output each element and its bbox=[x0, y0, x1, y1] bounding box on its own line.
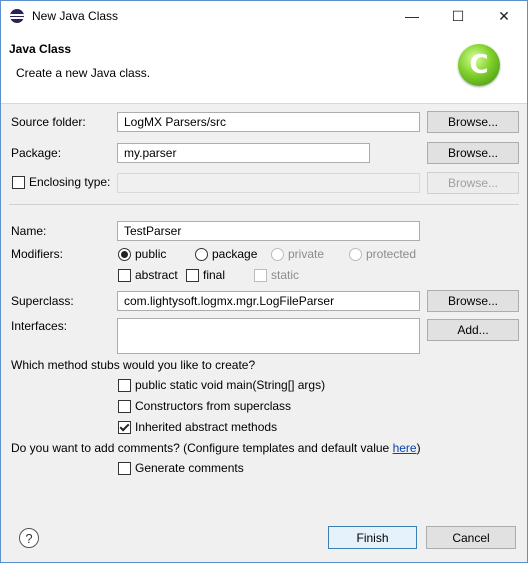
page-description: Create a new Java class. bbox=[16, 66, 151, 80]
window-title: New Java Class bbox=[32, 9, 119, 23]
modifier-final-label: final bbox=[203, 268, 226, 282]
stub-inherited-label: Inherited abstract methods bbox=[135, 420, 278, 434]
maximize-button[interactable]: ☐ bbox=[435, 1, 481, 31]
stub-inherited-checkbox[interactable]: Inherited abstract methods bbox=[118, 420, 277, 434]
configure-templates-link[interactable]: here bbox=[393, 441, 417, 455]
modifier-private-radio: private bbox=[271, 247, 324, 261]
interfaces-list[interactable] bbox=[117, 318, 420, 354]
cancel-button[interactable]: Cancel bbox=[426, 526, 516, 549]
modifier-public-label: public bbox=[135, 247, 167, 261]
modifier-protected-radio: protected bbox=[349, 247, 416, 261]
new-java-class-dialog: New Java Class — ☐ ✕ Java Class Create a… bbox=[0, 0, 528, 563]
checkbox-box bbox=[254, 268, 267, 282]
modifier-abstract-checkbox[interactable]: abstract bbox=[118, 268, 178, 282]
modifier-final-checkbox[interactable]: final bbox=[186, 268, 225, 282]
close-button[interactable]: ✕ bbox=[481, 1, 527, 31]
comments-question: Do you want to add comments? (Configure … bbox=[11, 441, 421, 455]
checkbox-box[interactable] bbox=[118, 399, 131, 413]
modifiers-label: Modifiers: bbox=[11, 247, 64, 261]
page-title: Java Class bbox=[9, 42, 72, 56]
superclass-label: Superclass: bbox=[11, 294, 74, 308]
source-folder-browse-button[interactable]: Browse... bbox=[427, 111, 519, 133]
modifier-public-radio[interactable]: public bbox=[118, 247, 166, 261]
radio-indicator bbox=[349, 247, 362, 261]
name-input[interactable]: TestParser bbox=[117, 221, 420, 241]
comments-question-suffix: ) bbox=[416, 441, 421, 455]
enclosing-type-checkbox-box[interactable] bbox=[12, 175, 25, 189]
stub-main-checkbox[interactable]: public static void main(String[] args) bbox=[118, 378, 325, 392]
separator bbox=[9, 204, 519, 205]
method-stubs-question: Which method stubs would you like to cre… bbox=[11, 358, 256, 372]
eclipse-icon bbox=[10, 9, 24, 23]
checkbox-box[interactable] bbox=[186, 268, 199, 282]
enclosing-type-input bbox=[117, 173, 420, 193]
checkbox-box[interactable] bbox=[118, 420, 131, 434]
comments-question-text: Do you want to add comments? (Configure … bbox=[11, 441, 393, 455]
superclass-browse-button[interactable]: Browse... bbox=[427, 290, 519, 312]
source-folder-input[interactable]: LogMX Parsers/src bbox=[117, 112, 420, 132]
modifier-private-label: private bbox=[288, 247, 325, 261]
radio-indicator[interactable] bbox=[195, 247, 208, 261]
package-browse-button[interactable]: Browse... bbox=[427, 142, 519, 164]
modifier-static-checkbox: static bbox=[254, 268, 299, 282]
enclosing-type-checkbox[interactable]: Enclosing type: bbox=[12, 175, 110, 189]
checkbox-box[interactable] bbox=[118, 378, 131, 392]
package-input[interactable]: my.parser bbox=[117, 143, 370, 163]
stub-main-label: public static void main(String[] args) bbox=[135, 378, 326, 392]
name-label: Name: bbox=[11, 224, 47, 238]
radio-indicator bbox=[271, 247, 284, 261]
superclass-input[interactable]: com.lightysoft.logmx.mgr.LogFileParser bbox=[117, 291, 420, 311]
stub-constructors-label: Constructors from superclass bbox=[135, 399, 292, 413]
header-banner: Java Class Create a new Java class. C bbox=[1, 31, 527, 104]
generate-comments-checkbox[interactable]: Generate comments bbox=[118, 461, 244, 475]
enclosing-type-browse-button: Browse... bbox=[427, 172, 519, 194]
interfaces-add-button[interactable]: Add... bbox=[427, 319, 519, 341]
minimize-button[interactable]: — bbox=[389, 1, 435, 31]
radio-indicator[interactable] bbox=[118, 247, 131, 261]
modifier-protected-label: protected bbox=[366, 247, 417, 261]
modifier-package-radio[interactable]: package bbox=[195, 247, 257, 261]
modifier-package-label: package bbox=[212, 247, 258, 261]
title-bar: New Java Class — ☐ ✕ bbox=[1, 1, 527, 31]
finish-button[interactable]: Finish bbox=[328, 526, 417, 549]
modifier-static-label: static bbox=[271, 268, 300, 282]
stub-constructors-checkbox[interactable]: Constructors from superclass bbox=[118, 399, 291, 413]
package-label: Package: bbox=[11, 146, 62, 160]
interfaces-label: Interfaces: bbox=[11, 319, 68, 333]
checkbox-box[interactable] bbox=[118, 268, 131, 282]
enclosing-type-label: Enclosing type: bbox=[29, 175, 111, 189]
modifier-abstract-label: abstract bbox=[135, 268, 178, 282]
checkbox-box[interactable] bbox=[118, 461, 131, 475]
generate-comments-label: Generate comments bbox=[135, 461, 244, 475]
java-class-icon: C bbox=[458, 44, 500, 86]
source-folder-label: Source folder: bbox=[11, 115, 86, 129]
help-icon[interactable]: ? bbox=[19, 528, 39, 548]
